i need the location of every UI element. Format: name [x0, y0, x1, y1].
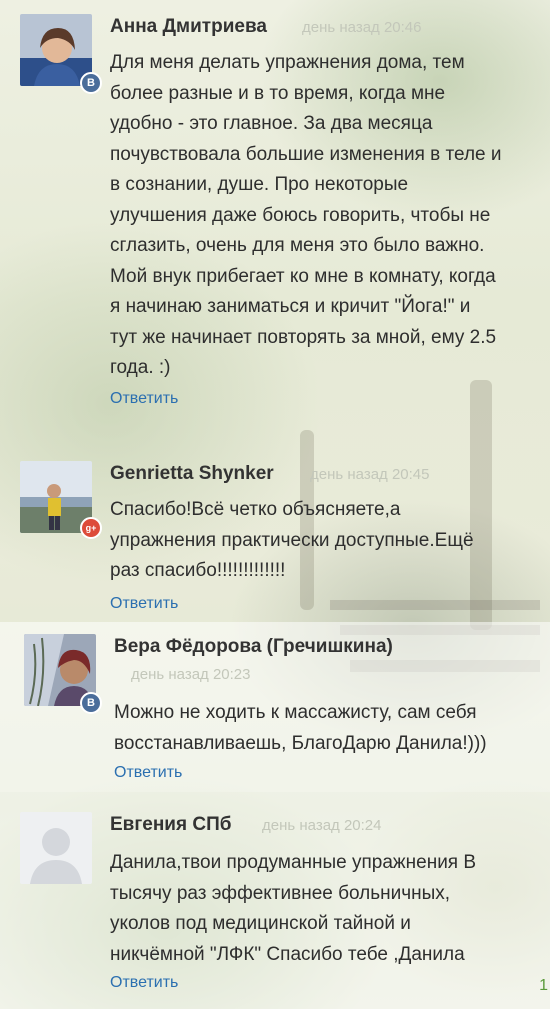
comment-timestamp: день назад 20:46 [302, 19, 422, 36]
comment-text: Можно не ходить к массажисту, сам себя в… [114, 702, 487, 754]
comment-timestamp: день назад 20:23 [131, 666, 251, 683]
reply-link[interactable]: Ответить [110, 974, 178, 992]
comment-item: B Вера Фёдорова (Гречишкина) день назад … [0, 622, 550, 792]
comment-text: Для меня делать упражнения дома, тем бол… [110, 52, 502, 378]
author-name[interactable]: Анна Дмитриева [110, 16, 267, 38]
author-name[interactable]: Евгения СПб [110, 814, 231, 836]
comment-timestamp: день назад 20:24 [262, 817, 382, 834]
author-name[interactable]: Genrietta Shynker [110, 463, 274, 485]
reply-link[interactable]: Ответить [114, 764, 182, 782]
comment-item: Евгения СПб день назад 20:24 Данила,твои… [0, 792, 550, 1009]
comment-text: Данила,твои продуманные упражнения В тыс… [110, 852, 477, 965]
avatar[interactable] [20, 812, 92, 884]
avatar[interactable] [20, 14, 92, 86]
comment-text: Спасибо!Всё четко объясняете,а упражнени… [110, 499, 474, 581]
google-plus-icon: g+ [80, 517, 102, 539]
comment-item: g+ Genrietta Shynker день назад 20:45 Сп… [0, 455, 550, 625]
vk-icon: B [80, 72, 102, 94]
corner-marker: 1 [539, 977, 548, 994]
comment-timestamp: день назад 20:45 [310, 466, 430, 483]
reply-link[interactable]: Ответить [110, 390, 178, 408]
vk-icon: B [80, 692, 102, 714]
comment-item: B Анна Дмитриева день назад 20:46 Для ме… [0, 0, 550, 440]
author-name[interactable]: Вера Фёдорова (Гречишкина) [114, 636, 393, 658]
reply-link[interactable]: Ответить [110, 595, 178, 613]
